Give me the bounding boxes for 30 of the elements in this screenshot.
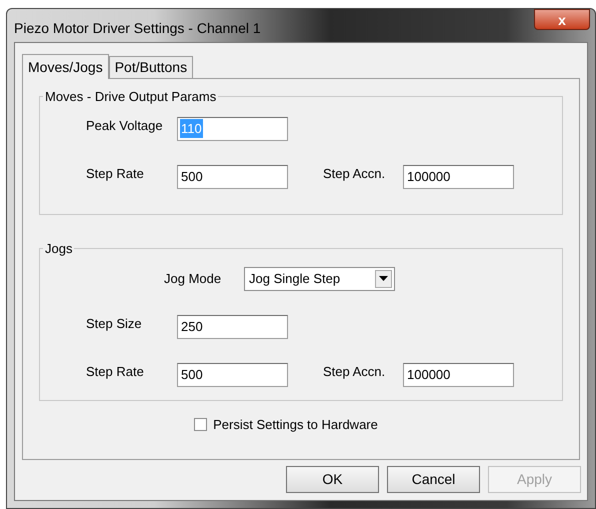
tab[interactable]: Pot/Buttons <box>108 56 194 78</box>
field-value: 110 <box>180 118 203 138</box>
field-value: Jog Single Step <box>248 270 342 288</box>
field-label: Step Accn. <box>323 362 386 381</box>
field-value: 250 <box>180 318 204 336</box>
field-value: 100000 <box>406 366 452 384</box>
tab[interactable]: Moves/Jogs <box>22 54 109 79</box>
input-field[interactable]: 250 <box>177 314 288 338</box>
checkbox[interactable] <box>194 418 208 432</box>
close-button[interactable]: x <box>534 9 590 30</box>
jog-mode-dropdown[interactable]: Jog Single Step <box>244 266 395 290</box>
window-title: Piezo Motor Driver Settings - Channel 1 <box>14 19 261 38</box>
field-label: Step Rate <box>86 362 145 381</box>
field-value: 100000 <box>406 168 452 186</box>
checkbox-label: Persist Settings to Hardware <box>213 416 378 434</box>
dialog-button[interactable]: Cancel <box>387 466 480 493</box>
group-title: Moves - Drive Output Params <box>44 88 218 106</box>
field-label: Step Accn. <box>323 164 386 183</box>
field-label: Jog Mode <box>164 270 222 288</box>
input-field[interactable]: 100000 <box>403 362 514 386</box>
input-field[interactable]: 100000 <box>403 164 514 188</box>
field-value: 500 <box>180 366 204 384</box>
input-field[interactable]: 500 <box>177 362 288 386</box>
field-value: 500 <box>180 168 204 186</box>
field-label: Peak Voltage <box>86 116 164 135</box>
field-label: Step Size <box>86 314 143 333</box>
field-label: Step Rate <box>86 164 145 183</box>
input-field[interactable]: 500 <box>177 164 288 188</box>
dialog-button[interactable]: OK <box>286 466 379 493</box>
group-title: Jogs <box>44 240 74 258</box>
